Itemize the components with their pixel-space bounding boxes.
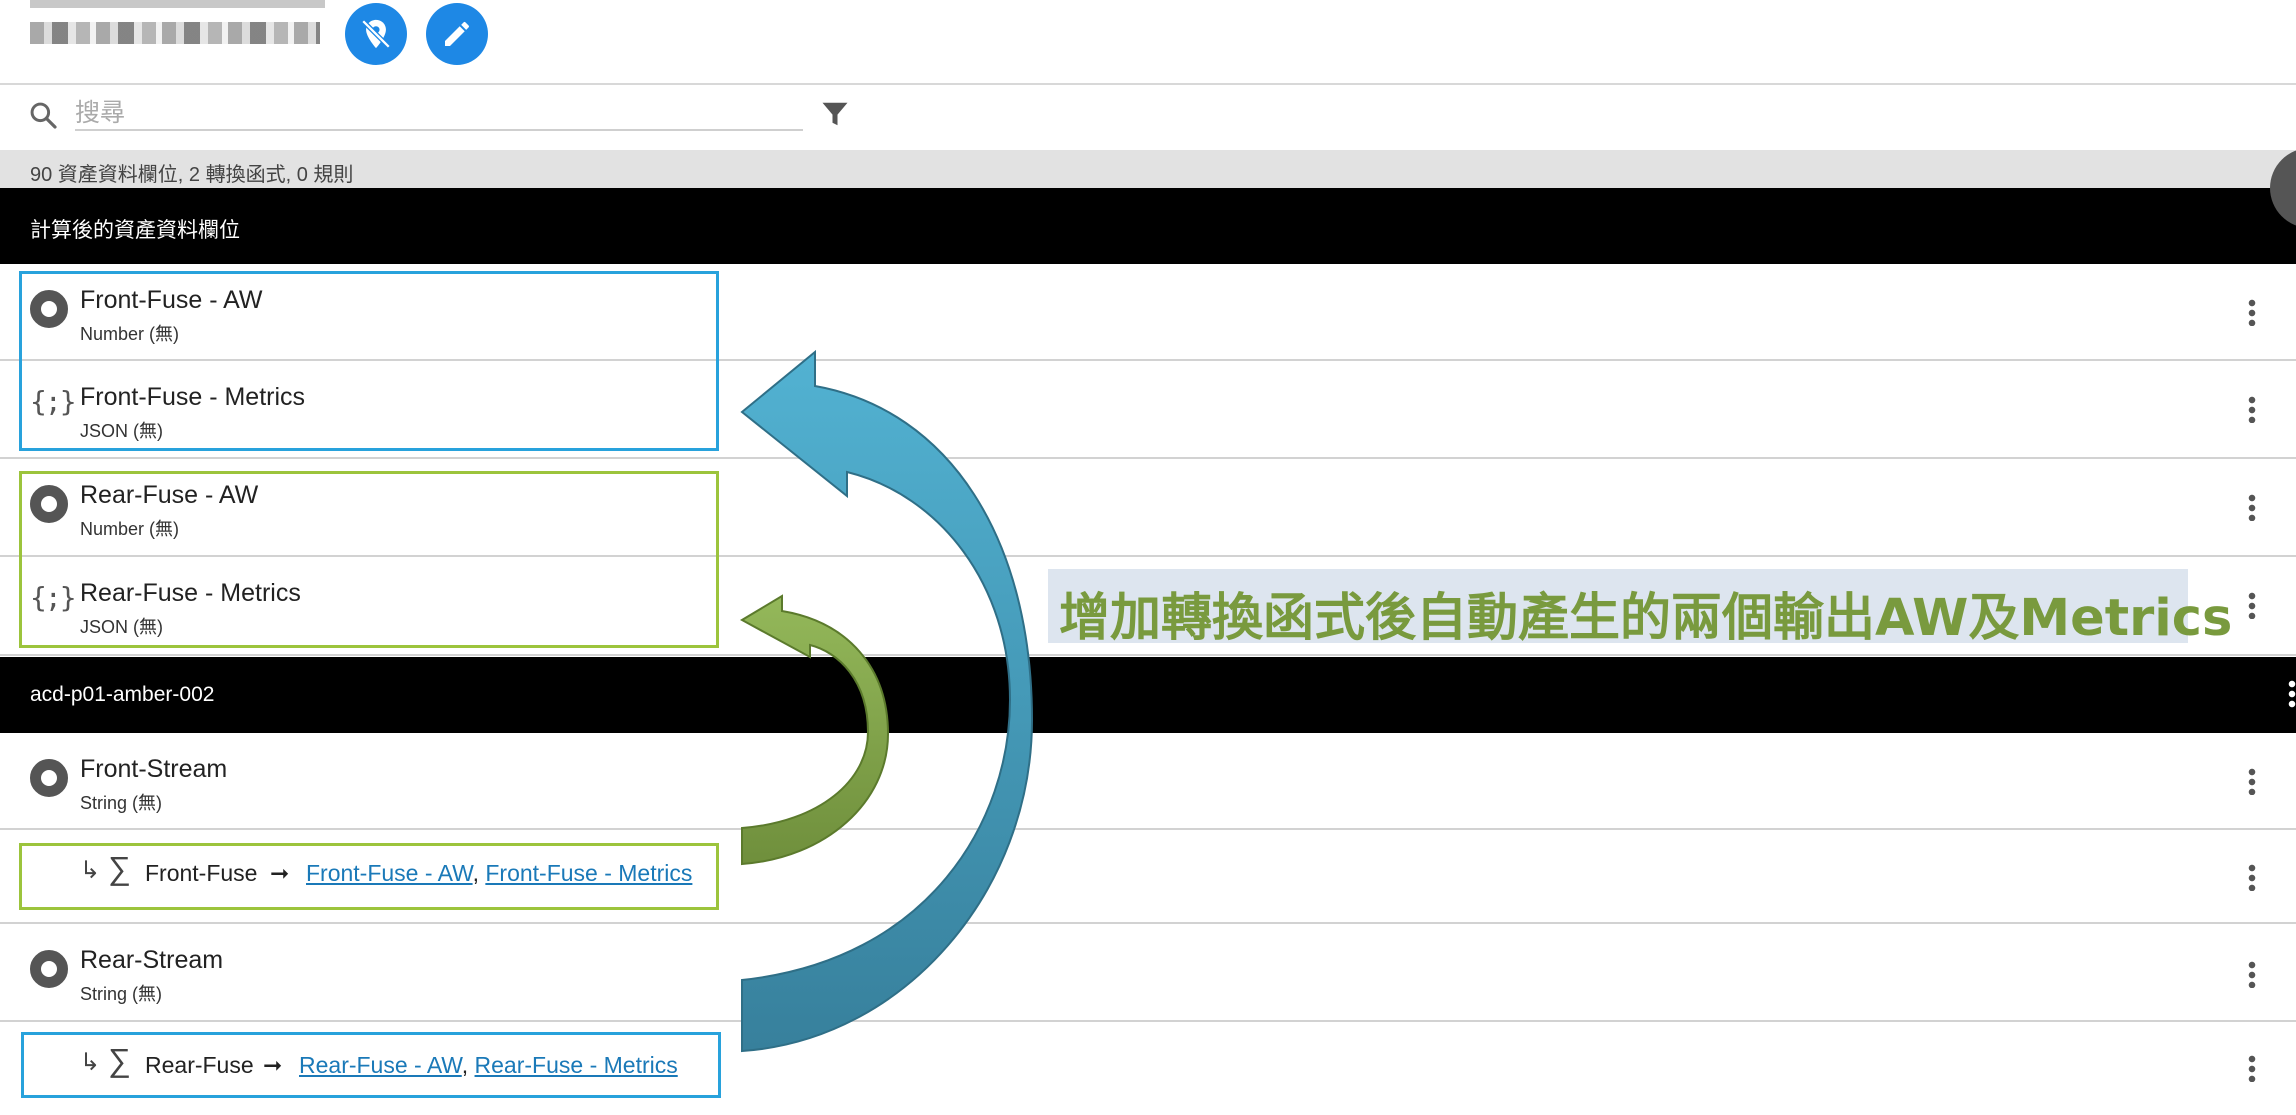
annotation-arrows — [739, 349, 1034, 1053]
app-page: 90 資產資料欄位, 2 轉換函式, 0 規則 計算後的資產資料欄位 Front… — [0, 0, 2296, 1115]
green-curved-arrow — [739, 594, 890, 866]
annotation-callout: 增加轉換函式後自動產生的兩個輸出AW及Metrics — [1048, 569, 2232, 648]
big-blue-curved-arrow — [740, 349, 1034, 1053]
